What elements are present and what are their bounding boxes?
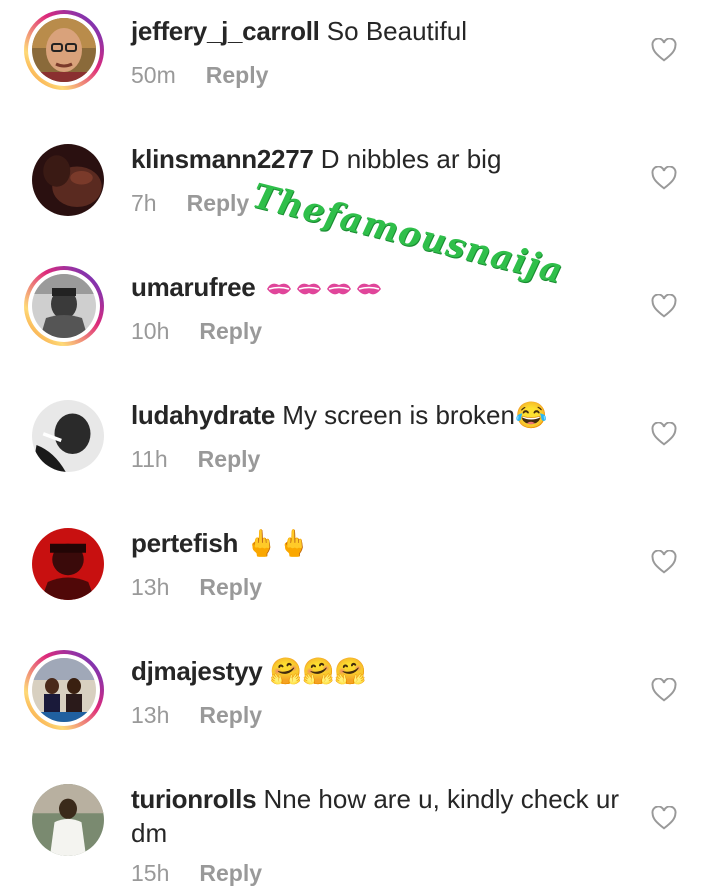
comment-time: 13h <box>131 574 170 600</box>
comment-time: 11h <box>131 446 168 472</box>
comment-text: ludahydrate My screen is broken😂 <box>131 398 650 432</box>
avatar[interactable] <box>32 784 104 856</box>
heart-icon[interactable] <box>651 294 677 318</box>
comment-username[interactable]: klinsmann2277 <box>131 144 314 174</box>
comment-username[interactable]: pertefish <box>131 528 238 558</box>
comment-body <box>255 272 262 302</box>
reply-button[interactable]: Reply <box>199 702 262 728</box>
comment-body: 🤗🤗🤗 <box>262 656 367 686</box>
heart-icon[interactable] <box>651 550 677 574</box>
comment-meta: 7h Reply <box>131 190 249 217</box>
avatar[interactable] <box>32 528 104 600</box>
comment-text: jeffery_j_carroll So Beautiful <box>131 14 650 48</box>
comment-text: djmajestyy 🤗🤗🤗 <box>131 654 650 688</box>
kiss-mark-icon <box>326 283 351 295</box>
avatar-image <box>32 784 104 856</box>
reply-button[interactable]: Reply <box>199 574 262 600</box>
kiss-mark-icon <box>296 283 321 295</box>
comment-time: 10h <box>131 318 170 344</box>
avatar-image <box>32 658 96 722</box>
comment-text: umarufree <box>131 270 650 304</box>
avatar-image <box>32 274 96 338</box>
avatar[interactable] <box>24 650 104 730</box>
comment-text: klinsmann2277 D nibbles ar big <box>131 142 650 176</box>
comment-text: pertefish 🖕🖕 <box>131 526 650 560</box>
avatar-image <box>32 18 96 82</box>
heart-icon[interactable] <box>651 806 677 830</box>
kiss-mark-icon <box>266 283 291 295</box>
heart-icon[interactable] <box>651 422 677 446</box>
comment-body: So Beautiful <box>319 16 468 46</box>
reply-button[interactable]: Reply <box>199 318 262 344</box>
heart-icon[interactable] <box>651 166 677 190</box>
avatar-image <box>32 144 104 216</box>
avatar[interactable] <box>32 400 104 472</box>
avatar-image <box>32 400 104 472</box>
avatar-image <box>32 528 104 600</box>
heart-icon[interactable] <box>651 38 677 62</box>
comment-username[interactable]: ludahydrate <box>131 400 275 430</box>
comment-body: 🖕🖕 <box>238 528 311 558</box>
comment-time: 15h <box>131 860 170 886</box>
comment-meta: 10h Reply <box>131 318 262 345</box>
comment-username[interactable]: umarufree <box>131 272 256 302</box>
comment-meta: 15h Reply <box>131 860 262 887</box>
reply-button[interactable]: Reply <box>199 860 262 886</box>
comment-username[interactable]: turionrolls <box>131 784 257 814</box>
avatar[interactable] <box>24 10 104 90</box>
comment-body: D nibbles ar big <box>313 144 502 174</box>
comment-text: turionrolls Nne how are u, kindly check … <box>131 782 650 850</box>
kiss-mark-icon <box>356 283 381 295</box>
avatar[interactable] <box>32 144 104 216</box>
comment-username[interactable]: jeffery_j_carroll <box>131 16 320 46</box>
comment-time: 7h <box>131 190 157 216</box>
reply-button[interactable]: Reply <box>198 446 261 472</box>
reply-button[interactable]: Reply <box>206 62 269 88</box>
comment-time: 13h <box>131 702 170 728</box>
avatar[interactable] <box>24 266 104 346</box>
reply-button[interactable]: Reply <box>187 190 250 216</box>
heart-icon[interactable] <box>651 678 677 702</box>
comment-meta: 11h Reply <box>131 446 260 473</box>
comment-meta: 13h Reply <box>131 702 262 729</box>
comment-meta: 50m Reply <box>131 62 268 89</box>
comment-body: My screen is broken😂 <box>275 400 548 430</box>
comment-username[interactable]: djmajestyy <box>131 656 263 686</box>
comment-time: 50m <box>131 62 176 88</box>
comment-meta: 13h Reply <box>131 574 262 601</box>
